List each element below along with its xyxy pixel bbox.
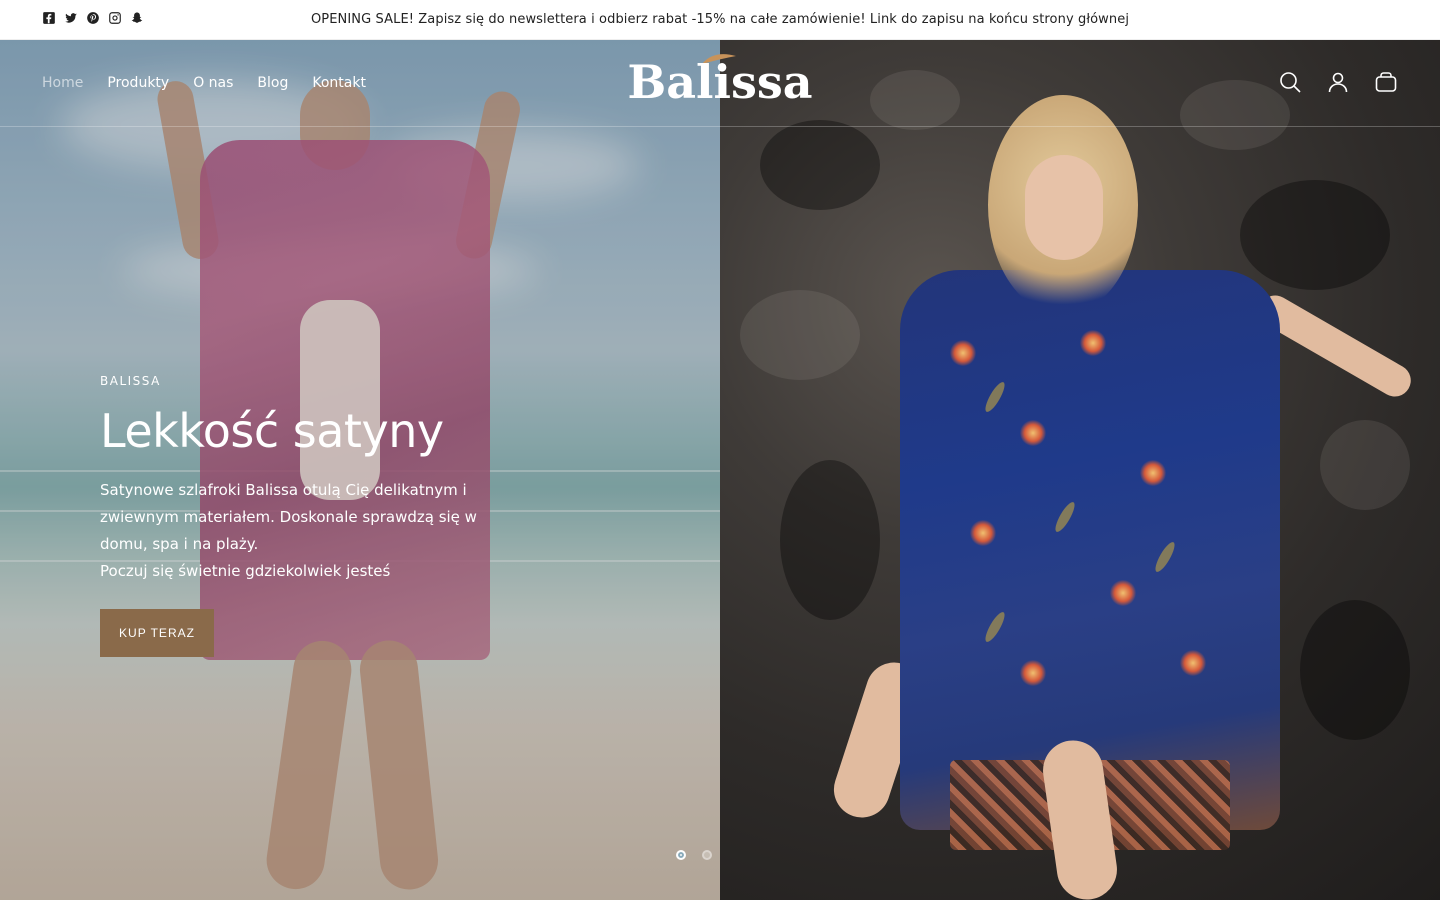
announcement-bar: OPENING SALE! Zapisz się do newslettera … <box>0 0 1440 40</box>
logo-text: Balissa <box>627 55 813 109</box>
hero-image-right <box>720 40 1440 900</box>
cart-icon[interactable] <box>1374 70 1398 94</box>
hero-description: Satynowe szlafroki Balissa otulą Cię del… <box>100 477 480 585</box>
slideshow-pagination <box>676 850 712 860</box>
slide-dot-1[interactable] <box>676 850 686 860</box>
slide-dot-2[interactable] <box>702 850 712 860</box>
hero-slideshow <box>0 40 1440 900</box>
header-actions <box>1278 70 1398 94</box>
hero-image-left <box>0 40 720 900</box>
nav-item-produkty[interactable]: Produkty <box>107 75 169 91</box>
nav-item-o-nas[interactable]: O nas <box>193 75 233 91</box>
hero-title: Lekkość satyny <box>100 404 444 458</box>
nav-item-kontakt[interactable]: Kontakt <box>312 75 366 91</box>
header-divider <box>0 126 1440 127</box>
nav-item-home[interactable]: Home <box>42 75 83 91</box>
hero-description-line: Satynowe szlafroki Balissa otulą Cię del… <box>100 481 477 553</box>
shop-now-button[interactable]: KUP TERAZ <box>100 609 214 657</box>
main-nav: Home Produkty O nas Blog Kontakt <box>42 75 366 91</box>
hero-eyebrow: BALISSA <box>100 374 161 388</box>
hero-description-line: Poczuj się świetnie gdziekolwiek jesteś <box>100 562 391 580</box>
brand-logo[interactable]: Balissa <box>622 52 818 110</box>
announcement-text[interactable]: OPENING SALE! Zapisz się do newslettera … <box>0 12 1440 27</box>
search-icon[interactable] <box>1278 70 1302 94</box>
nav-item-blog[interactable]: Blog <box>257 75 288 91</box>
account-icon[interactable] <box>1326 70 1350 94</box>
